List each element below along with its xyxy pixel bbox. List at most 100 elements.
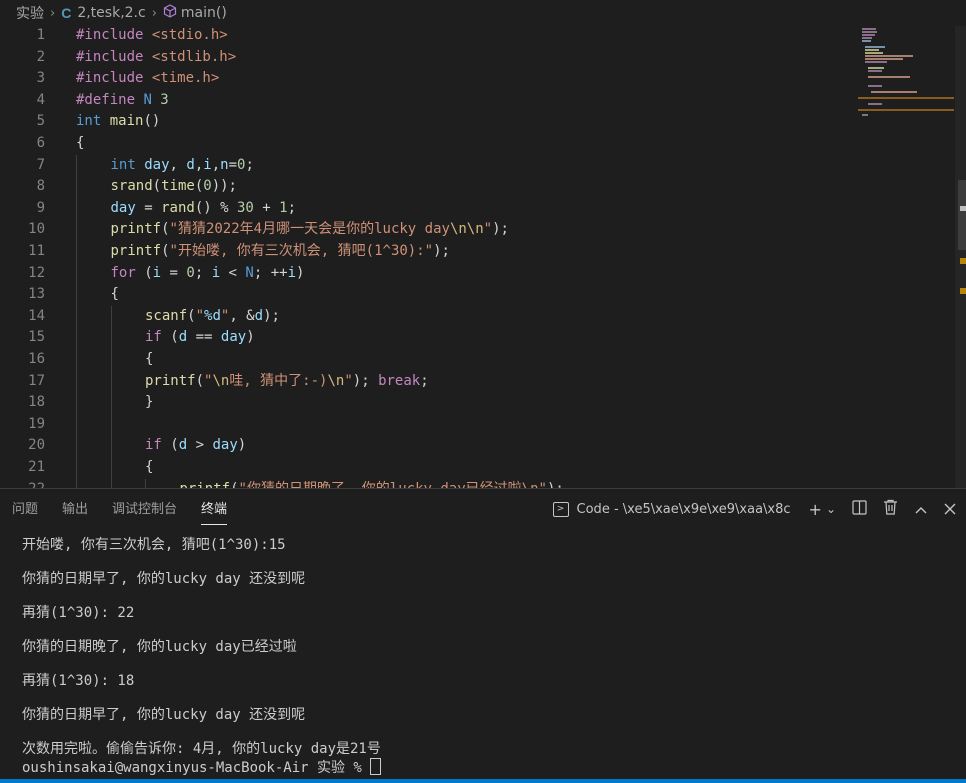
line-number[interactable]: 11 (0, 241, 45, 263)
code-token: 3 (160, 91, 169, 108)
line-number[interactable]: 16 (0, 349, 45, 371)
code-line[interactable]: 14 scanf("%d", &d); (0, 305, 860, 328)
editor-scrollbar[interactable] (955, 26, 966, 488)
code-token: #include (76, 48, 152, 65)
line-number[interactable]: 21 (0, 457, 45, 479)
indent-guide (76, 478, 77, 488)
code-line[interactable]: 4 #define N 3 (0, 90, 860, 112)
code-line[interactable]: 1 #include <stdio.h> (0, 26, 860, 47)
scrollbar-thumb[interactable] (958, 180, 966, 250)
line-number[interactable]: 4 (0, 90, 45, 112)
code-token: N (143, 91, 161, 108)
line-number[interactable]: 18 (0, 392, 45, 414)
code-token: = (161, 264, 187, 281)
code-line[interactable]: 9 day = rand() % 30 + 1; (0, 197, 860, 220)
code-token: { (110, 286, 119, 303)
code-token: if (145, 329, 171, 346)
code-token: "你猜的日期晚了, 你的lucky day已经过啦\n" (239, 481, 547, 488)
code-token: == (187, 329, 221, 346)
code-token: ; (287, 199, 296, 216)
code-token: int (110, 156, 145, 173)
maximize-icon[interactable] (914, 500, 928, 519)
code-token: () % (194, 199, 237, 216)
code-editor[interactable]: 1 #include <stdio.h> 2 #include <stdlib.h> 3… (0, 26, 966, 488)
code-token: day (220, 329, 247, 346)
code-line[interactable]: 5 int main() (0, 111, 860, 133)
code-token: " (483, 221, 493, 238)
code-line[interactable]: 18} (0, 392, 860, 414)
line-number[interactable]: 5 (0, 111, 45, 133)
code-token: i (203, 156, 212, 173)
trash-icon[interactable] (883, 499, 898, 519)
code-token: day (110, 199, 136, 216)
code-token: i (152, 264, 162, 281)
line-number[interactable]: 17 (0, 371, 45, 393)
code-token: ; ++ (253, 264, 288, 281)
chevron-down-icon[interactable]: ⌄ (826, 502, 836, 516)
line-number[interactable]: 3 (0, 68, 45, 90)
code-token: #define (76, 91, 144, 108)
breadcrumb-symbol[interactable]: main() (181, 5, 227, 21)
code-line[interactable]: 11 printf("开始喽, 你有三次机会, 猜吧(1^30):"); (0, 241, 860, 263)
add-icon[interactable]: + (809, 500, 822, 519)
breadcrumb: 实验 › C 2,tesk,2.c › main() (0, 0, 966, 26)
line-number[interactable]: 10 (0, 219, 45, 241)
code-token: ( (170, 437, 179, 454)
code-token: = (228, 156, 237, 173)
tab-debug-console[interactable]: 调试控制台 (100, 489, 189, 529)
code-text: srand(time(0)); (111, 176, 237, 198)
code-text: { (145, 349, 153, 371)
code-line[interactable]: 17 printf("\n哇, 猜中了:-)\n"); break; (0, 370, 860, 393)
code-line[interactable]: 20 if (d > day) (0, 435, 860, 457)
terminal-selector[interactable]: > Code - \xe5\xae\x9e\xe9\xaa\x8c (552, 501, 791, 517)
code-line[interactable]: 12 for (i = 0; i < N; ++i) (0, 262, 860, 285)
code-line[interactable]: 15 if (d == day) (0, 327, 860, 349)
terminal-prompt-line[interactable]: oushinsakai@wangxinyus-MacBook-Air 实验 % (22, 758, 952, 776)
code-line[interactable]: 22 printf("你猜的日期晚了, 你的lucky day已经过啦\n"); (0, 478, 860, 488)
split-icon[interactable] (852, 499, 867, 519)
code-line[interactable]: 13 { (0, 284, 860, 306)
line-number[interactable]: 20 (0, 435, 45, 457)
terminal-output[interactable]: 开始喽, 你有三次机会, 猜吧(1^30):15 你猜的日期早了, 你的lucky… (22, 537, 952, 776)
indent-guide (110, 305, 112, 328)
code-line[interactable]: 21 { (0, 457, 860, 479)
tab-problems[interactable]: 问题 (0, 489, 50, 529)
line-number[interactable]: 14 (0, 306, 45, 328)
panel-actions: > Code - \xe5\xae\x9e\xe9\xaa\x8c + ⌄ (552, 489, 956, 529)
line-number[interactable]: 9 (0, 198, 45, 220)
code-line[interactable]: 10 printf("猜猜2022年4月哪一天会是你的lucky day\n\n"… (0, 219, 860, 241)
line-number[interactable]: 19 (0, 414, 45, 436)
code-token: i (287, 264, 297, 281)
code-line[interactable]: 7 int day, d,i,n=0; (0, 154, 860, 177)
breadcrumb-file[interactable]: 2,tesk,2.c (77, 5, 145, 21)
line-number[interactable]: 12 (0, 263, 45, 285)
close-icon[interactable] (944, 500, 956, 519)
code-line[interactable]: 6{ (0, 133, 860, 155)
code-token: break (378, 372, 421, 389)
line-number[interactable]: 8 (0, 176, 45, 198)
code-token: )); (211, 178, 237, 195)
line-number[interactable]: 7 (0, 155, 45, 177)
line-number[interactable]: 13 (0, 284, 45, 306)
terminal-line: 你猜的日期早了, 你的lucky day 还没到呢 (22, 571, 306, 587)
tab-output[interactable]: 输出 (50, 489, 100, 529)
tab-terminal[interactable]: 终端 (189, 489, 239, 529)
code-line[interactable]: 3 #include <time.h> (0, 68, 860, 90)
terminal-prompt: oushinsakai@wangxinyus-MacBook-Air 实验 % (22, 760, 371, 776)
code-token: = (135, 199, 162, 216)
indent-guide (110, 370, 112, 393)
code-token: } (145, 394, 154, 411)
code-line[interactable]: 2 #include <stdlib.h> (0, 47, 860, 69)
breadcrumb-folder[interactable]: 实验 (16, 3, 44, 23)
line-number[interactable]: 15 (0, 327, 45, 349)
code-token: <stdio.h> (151, 27, 228, 43)
code-token: ( (194, 178, 204, 195)
line-number[interactable]: 2 (0, 47, 45, 69)
line-number[interactable]: 6 (0, 133, 45, 155)
code-line[interactable]: 19 (0, 413, 860, 436)
line-number[interactable]: 22 (0, 479, 45, 488)
line-number[interactable]: 1 (0, 26, 45, 47)
code-line[interactable]: 8 srand(time(0)); (0, 176, 860, 198)
minimap[interactable] (858, 26, 954, 116)
code-line[interactable]: 16 { (0, 349, 860, 371)
